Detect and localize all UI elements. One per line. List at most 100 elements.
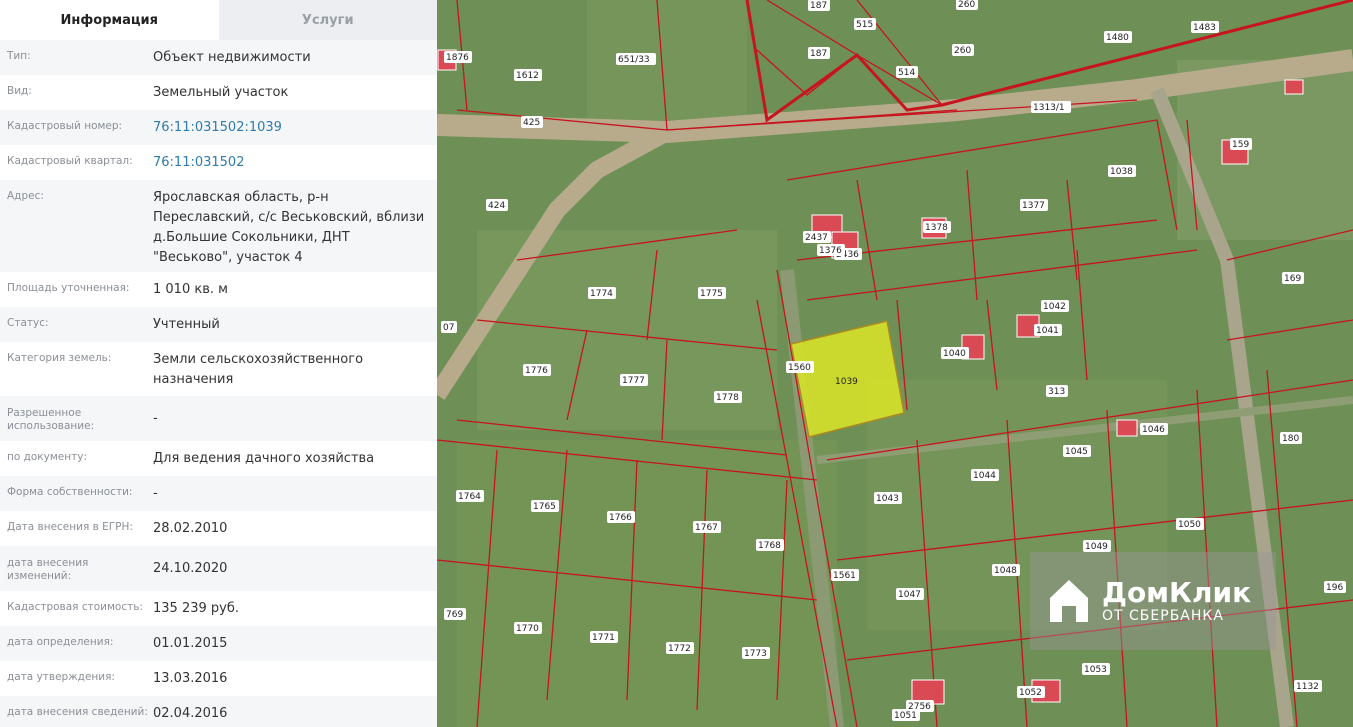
parcel-label: 1776 [525,366,548,376]
detail-label: Кадастровая стоимость: [7,601,143,613]
parcel-label: 159 [1232,140,1249,150]
parcel-label: 1049 [1085,542,1108,552]
parcel-label: 1767 [695,523,718,533]
detail-label: Площадь уточненная: [7,282,130,294]
parcel-label: 651/33 [618,55,650,65]
detail-row: Кадастровый номер: 76:11:031502:1039 [0,110,437,145]
parcel-label: 1038 [1110,167,1133,177]
field-patch [457,440,837,727]
parcel-label: 1766 [609,513,632,523]
detail-label: Тип: [7,50,31,62]
detail-value: Объект недвижимости [153,50,311,65]
tab-information[interactable]: Информация [0,0,219,40]
parcel-label: 1777 [622,376,645,386]
parcel-label: 187 [810,49,827,59]
detail-value: Земельный участок [153,85,289,100]
detail-label: по документу: [7,451,87,463]
detail-row: Дата внесения в ЕГРН: 28.02.2010 [0,511,437,546]
parcel-label: 1376 [819,246,842,256]
detail-value: 01.01.2015 [153,636,228,651]
detail-label: дата утверждения: [7,671,115,683]
detail-label: Кадастровый квартал: [7,155,133,167]
parcel-label: 514 [898,68,915,78]
parcel-label: 180 [1282,434,1299,444]
detail-label: Адрес: [7,190,44,202]
parcel-label: 1052 [1019,688,1042,698]
parcel-label: 1773 [744,649,767,659]
parcel-label: 1050 [1178,520,1201,530]
parcel-label: 1040 [943,349,966,359]
domclick-watermark: ДомКлик ОТ СБЕРБАНКА [1030,552,1276,650]
parcel-label: 1053 [1084,665,1107,675]
parcel-label: 515 [856,20,873,30]
field-patch [587,0,747,120]
selected-parcel-label: 1039 [835,377,858,387]
detail-label: Разрешенное использование: [7,406,95,432]
detail-row: дата внесения изменений: 24.10.2020 [0,546,437,591]
detail-label: Кадастровый номер: [7,120,123,132]
parcel-label: 1778 [716,393,739,403]
parcel-label: 1044 [973,471,996,481]
parcel-label: 1378 [925,223,948,233]
detail-row: Кадастровая стоимость: 135 239 руб. [0,591,437,626]
detail-value: - [153,410,158,426]
detail-value: 13.03.2016 [153,671,228,686]
detail-value: - [153,486,158,501]
detail-label: Дата внесения в ЕГРН: [7,521,133,533]
detail-row: Площадь уточненная: 1 010 кв. м [0,272,437,307]
cadastral-link[interactable]: 76:11:031502 [153,153,437,180]
parcel-label: 1046 [1142,425,1165,435]
parcel-label: 1051 [894,711,917,721]
parcel-label: 260 [958,0,975,10]
detail-value: Учтенный [153,317,220,332]
parcel-label: 1480 [1106,33,1129,43]
parcel-label: 769 [446,610,463,620]
parcel-label: 1483 [1193,23,1216,33]
detail-label: Форма собственности: [7,486,133,498]
parcel-label: 196 [1326,583,1343,593]
parcel-label: 425 [523,118,540,128]
detail-row: Статус: Учтенный [0,307,437,342]
house-logo-icon [1050,580,1088,622]
detail-row: Вид: Земельный участок [0,75,437,110]
tab-services[interactable]: Услуги [218,0,437,40]
detail-value: Земли сельскохозяйственного назначения [153,352,364,387]
property-details: Тип: Объект недвижимости Вид: Земельный уча… [0,40,437,727]
info-panel: Информация Услуги Тип: Объект недвижимост… [0,0,437,727]
parcel-label: 1775 [700,289,723,299]
cadastral-link[interactable]: 76:11:031502:1039 [153,118,437,145]
parcel-label: 07 [443,323,454,333]
parcel-label: 1764 [458,492,481,502]
detail-value: Для ведения дачного хозяйства [153,451,375,466]
detail-row: дата внесения сведений: 02.04.2016 [0,696,437,727]
detail-label: дата определения: [7,636,114,648]
parcel-label: 1774 [590,289,613,299]
detail-row: по документу: Для ведения дачного хозяйст… [0,441,437,476]
parcel-label: 2437 [805,233,828,243]
parcel-label: 1041 [1036,326,1059,336]
detail-row: Категория земель: Земли сельскохозяйствен… [0,342,437,396]
watermark-title: ДомКлик [1102,576,1252,609]
parcel-label: 1042 [1043,302,1066,312]
parcel-label: 1772 [668,644,691,654]
detail-value: 1 010 кв. м [153,282,228,297]
parcel-label: 1048 [994,566,1017,576]
detail-value: 28.02.2010 [153,521,228,536]
detail-value: 24.10.2020 [153,560,228,576]
parcel-label: 169 [1284,274,1301,284]
detail-row: Форма собственности: - [0,476,437,511]
detail-label: дата внесения сведений: [7,706,148,718]
detail-value: 02.04.2016 [153,706,228,721]
house [1284,79,1304,95]
parcel-label: 260 [954,46,971,56]
detail-row: дата определения: 01.01.2015 [0,626,437,661]
parcel-label: 1047 [898,590,921,600]
parcel-label: 1045 [1065,447,1088,457]
parcel-label: 1560 [788,363,811,373]
parcel-label: 1377 [1022,201,1045,211]
parcel-label: 1561 [833,571,856,581]
detail-value: 135 239 руб. [153,601,239,616]
parcel-label: 1876 [446,53,469,63]
detail-row: дата утверждения: 13.03.2016 [0,661,437,696]
parcel-label: 1612 [516,71,539,81]
